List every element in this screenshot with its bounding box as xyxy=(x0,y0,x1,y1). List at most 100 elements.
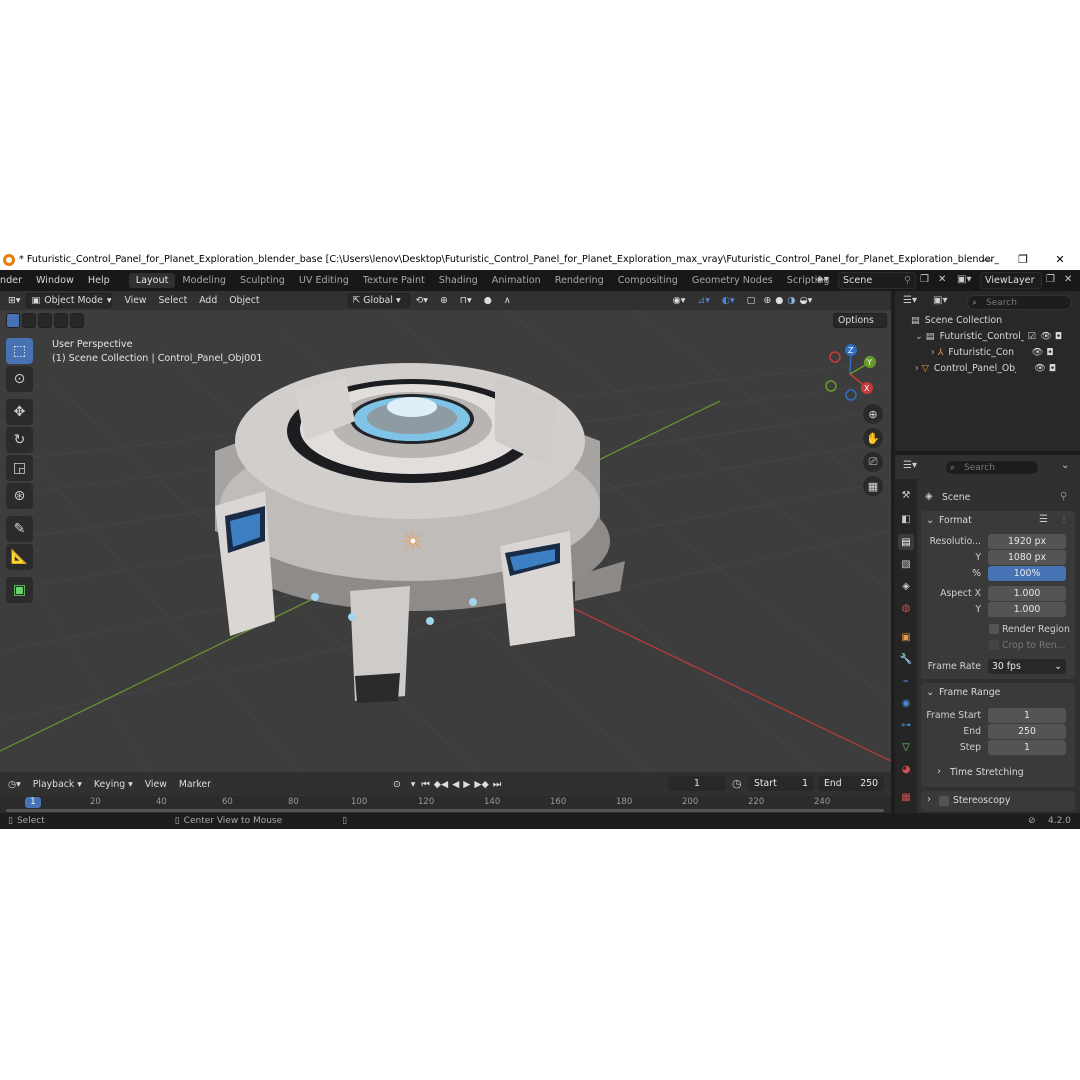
jump-end-icon[interactable]: ⏭ xyxy=(491,779,503,790)
current-frame-field[interactable]: 1 xyxy=(668,776,726,791)
eye-icon[interactable]: 👁 xyxy=(1040,331,1052,342)
crop-checkbox[interactable] xyxy=(989,640,999,650)
scene-tab-icon[interactable]: ◈ xyxy=(898,578,914,594)
properties-options-icon[interactable]: ⌄ xyxy=(1061,460,1069,471)
pin-icon[interactable]: ⚲ xyxy=(904,275,911,286)
select-extend-icon[interactable] xyxy=(22,313,36,328)
pivot-point-icon[interactable]: ⟲▾ xyxy=(410,295,434,306)
tab-compositing[interactable]: Compositing xyxy=(611,273,685,288)
render-region-checkbox[interactable] xyxy=(989,624,999,634)
time-stretching-subpanel[interactable]: Time Stretching xyxy=(950,767,1024,778)
keying-menu[interactable]: Keying ▾ xyxy=(88,779,139,790)
marker-menu[interactable]: Marker xyxy=(173,779,217,790)
tab-animation[interactable]: Animation xyxy=(485,273,548,288)
scale-tool-icon[interactable]: ◲ xyxy=(6,455,33,481)
snap-target-icon[interactable]: ⊓▾ xyxy=(454,295,478,306)
format-panel-title[interactable]: Format xyxy=(939,515,972,526)
expand-icon[interactable]: › xyxy=(927,794,931,805)
shading-wireframe-icon[interactable]: ⊕ xyxy=(761,295,773,306)
camera-view-icon[interactable]: ⎚ xyxy=(863,452,883,472)
viewport-menu-object[interactable]: Object xyxy=(223,295,265,306)
navigation-gizmo[interactable]: Z Y X xyxy=(825,344,876,401)
outliner-search-input[interactable]: ⌕ Search xyxy=(967,295,1072,310)
checkbox-icon[interactable]: ☑ xyxy=(1028,331,1036,342)
play-reverse-icon[interactable]: ◀ xyxy=(450,779,461,790)
auto-keying-icon[interactable]: ⊙ xyxy=(387,779,407,790)
jump-start-icon[interactable]: ⏮ xyxy=(419,779,431,790)
delete-viewlayer-icon[interactable]: ✕ xyxy=(1064,274,1072,285)
transform-orientation-dropdown[interactable]: ⇱ Global ▾ xyxy=(347,293,410,308)
menu-render[interactable]: nder xyxy=(0,275,29,286)
perspective-grid-icon[interactable]: ▦ xyxy=(863,476,883,496)
stereoscopy-checkbox[interactable] xyxy=(939,796,949,806)
zoom-icon[interactable]: ⊕ xyxy=(863,404,883,424)
pin-icon[interactable]: ⚲ xyxy=(1060,491,1067,502)
close-button[interactable]: ✕ xyxy=(1045,249,1075,270)
play-icon[interactable]: ▶ xyxy=(461,779,472,790)
editor-type-icon[interactable]: ⊞▾ xyxy=(0,295,26,306)
frame-range-panel-title[interactable]: Frame Range xyxy=(939,687,1000,698)
particles-tab-icon[interactable]: ⌁ xyxy=(898,673,914,689)
presets-icon[interactable]: ☰ xyxy=(1039,514,1048,525)
drag-handle-icon[interactable]: ⋮ xyxy=(1059,514,1069,525)
render-tab-icon[interactable]: ◧ xyxy=(898,511,914,527)
overlays-icon[interactable]: ◐▾ xyxy=(716,295,741,306)
panel-collapse-icon[interactable]: ⌄ xyxy=(926,515,934,526)
pan-hand-icon[interactable]: ✋ xyxy=(863,428,883,448)
resolution-x-field[interactable]: 1920 px xyxy=(988,534,1066,549)
outliner-filter-icon[interactable]: ▣▾ xyxy=(933,295,947,306)
panel-collapse-icon[interactable]: ⌄ xyxy=(926,687,934,698)
timeline-editor-type-icon[interactable]: ◷▾ xyxy=(0,779,27,790)
object-mode-dropdown[interactable]: ▣ Object Mode ▾ xyxy=(26,293,113,308)
menu-window[interactable]: Window xyxy=(29,275,81,286)
annotate-tool-icon[interactable]: ✎ xyxy=(6,516,33,542)
properties-editor-type-icon[interactable]: ☰▾ xyxy=(903,460,917,471)
visibility-icon[interactable]: ◉▾ xyxy=(667,295,692,306)
viewlayer-name-field[interactable]: ViewLayer xyxy=(980,272,1042,289)
outliner-row-collection[interactable]: ⌄ ▤ Futuristic_Control_ ☑ 👁 ◘ xyxy=(895,328,1080,344)
resolution-percent-slider[interactable]: 100% xyxy=(988,566,1066,581)
restore-button[interactable]: ❐ xyxy=(1008,249,1038,270)
texture-tab-icon[interactable]: ▦ xyxy=(898,789,914,805)
output-tab-icon[interactable]: ▤ xyxy=(898,534,914,550)
aspect-x-field[interactable]: 1.000 xyxy=(988,586,1066,601)
expand-icon[interactable]: › xyxy=(931,347,935,358)
jump-prev-keyframe-icon[interactable]: ◆◀ xyxy=(432,779,450,790)
modifier-tab-icon[interactable]: 🔧 xyxy=(898,651,914,667)
rotate-tool-icon[interactable]: ↻ xyxy=(6,427,33,453)
minimize-button[interactable]: — xyxy=(972,249,1002,270)
frame-rate-dropdown[interactable]: 30 fps ⌄ xyxy=(988,659,1066,674)
outliner-row-empty[interactable]: › ⅄ Futuristic_Cont 👁 ◘ xyxy=(895,344,1080,360)
camera-icon[interactable]: ◘ xyxy=(1046,347,1053,358)
playhead-marker[interactable]: 1 xyxy=(25,797,41,808)
cursor-tool-icon[interactable]: ⊙ xyxy=(6,366,33,392)
preview-range-icon[interactable]: ◷ xyxy=(732,777,742,790)
frame-start-field[interactable]: 1 xyxy=(988,708,1066,723)
frame-end-field[interactable]: 250 xyxy=(988,724,1066,739)
select-box-tool-icon[interactable]: ⬚ xyxy=(6,338,33,364)
new-viewlayer-icon[interactable]: ❐ xyxy=(1046,274,1055,285)
start-frame-field[interactable]: Start 1 xyxy=(748,776,814,791)
move-tool-icon[interactable]: ✥ xyxy=(6,399,33,425)
expand-icon[interactable]: › xyxy=(937,766,941,777)
3d-viewport[interactable]: Z Y X ⊞▾ ▣ Object Mode ▾ View Select Add… xyxy=(0,291,891,772)
gizmo-toggle-icon[interactable]: ⊿▾ xyxy=(691,295,715,306)
tab-modeling[interactable]: Modeling xyxy=(175,273,233,288)
viewport-options-button[interactable]: Options xyxy=(833,313,887,328)
tab-uv-editing[interactable]: UV Editing xyxy=(292,273,356,288)
frame-step-field[interactable]: 1 xyxy=(988,740,1066,755)
shading-solid-icon[interactable]: ● xyxy=(773,295,785,306)
outliner-row-object[interactable]: › ▽ Control_Panel_Obj( 👁 ◘ xyxy=(895,360,1080,376)
snap-icon[interactable]: ⊕ xyxy=(434,295,454,306)
resolution-y-field[interactable]: 1080 px xyxy=(988,550,1066,565)
jump-next-keyframe-icon[interactable]: ▶◆ xyxy=(472,779,490,790)
object-tab-icon[interactable]: ▣ xyxy=(898,629,914,645)
viewport-menu-view[interactable]: View xyxy=(118,295,152,306)
measure-tool-icon[interactable]: 📐 xyxy=(6,544,33,570)
delete-scene-icon[interactable]: ✕ xyxy=(938,274,946,285)
timeline-view-menu[interactable]: View xyxy=(139,779,173,790)
timeline-scrollbar[interactable] xyxy=(6,809,884,812)
playback-menu[interactable]: Playback ▾ xyxy=(27,779,88,790)
tab-texture-paint[interactable]: Texture Paint xyxy=(356,273,432,288)
timeline-ruler[interactable]: 1 20 40 60 80 100 120 140 160 180 200 22… xyxy=(0,796,891,813)
